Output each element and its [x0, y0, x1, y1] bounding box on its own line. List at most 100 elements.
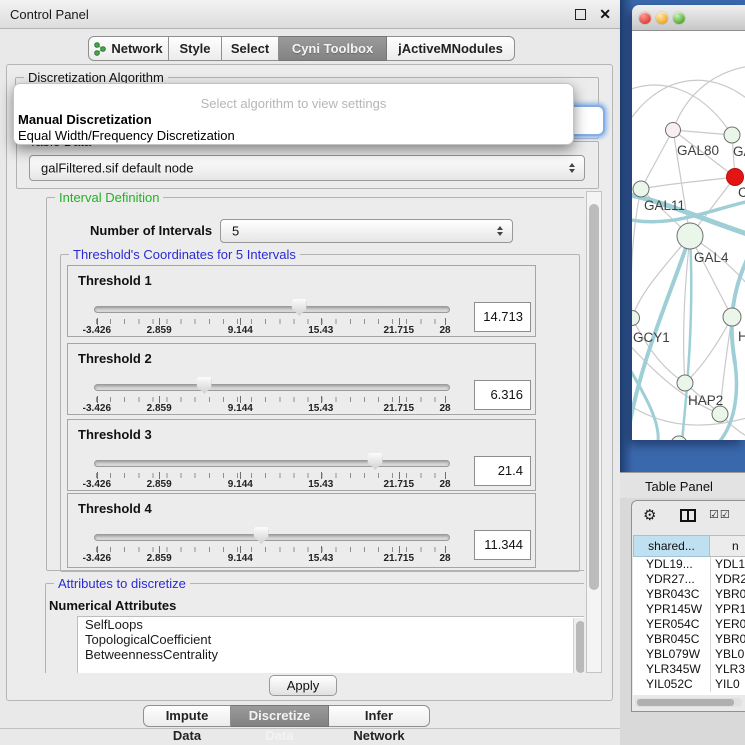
algorithm-option-equal-width[interactable]: Equal Width/Frequency Discretization: [18, 128, 235, 143]
cell-shared-name[interactable]: YER054C: [633, 617, 710, 632]
network-node-label: C: [738, 185, 745, 200]
network-node[interactable]: [724, 127, 740, 143]
select-columns-icon[interactable]: ☑☑: [709, 508, 731, 521]
algorithm-option-manual[interactable]: Manual Discretization: [18, 112, 152, 127]
threshold-value-field[interactable]: 14.713: [474, 302, 531, 332]
cell-name[interactable]: YBR0: [710, 587, 745, 602]
cell-shared-name[interactable]: YBL079W: [633, 647, 710, 662]
attributes-scrollbar-thumb[interactable]: [576, 621, 585, 673]
table-hscrollbar-thumb[interactable]: [637, 699, 734, 706]
cell-name[interactable]: YLR3: [710, 662, 745, 677]
table-row[interactable]: YER054CYER0: [633, 617, 745, 632]
close-icon[interactable]: ✕: [599, 6, 611, 23]
tab-infer-network[interactable]: Infer Network: [329, 705, 430, 727]
network-node[interactable]: [677, 223, 703, 249]
table-row[interactable]: YDL19...YDL1: [633, 557, 745, 572]
cell-name[interactable]: YDL1: [710, 557, 745, 572]
slider-track[interactable]: [94, 534, 450, 541]
network-edge: [641, 130, 673, 189]
slider-thumb[interactable]: [292, 299, 307, 316]
main-scrollbar-thumb[interactable]: [589, 204, 599, 590]
slider-track[interactable]: [94, 460, 450, 467]
tab-jactivemnodules[interactable]: jActiveMNodules: [387, 36, 515, 61]
table-row[interactable]: YPR145WYPR1: [633, 602, 745, 617]
gear-icon[interactable]: ⚙: [643, 506, 656, 524]
slider-major-tick: [159, 318, 160, 325]
minimize-traffic-light-icon[interactable]: [656, 12, 668, 24]
table-row[interactable]: YIL052CYIL0: [633, 677, 745, 692]
column-header-shared-name[interactable]: shared...: [633, 535, 710, 557]
attribute-list-item[interactable]: TopologicalCoefficient: [78, 632, 584, 647]
network-node[interactable]: [633, 181, 649, 197]
network-node[interactable]: [712, 406, 728, 422]
network-node[interactable]: [666, 123, 681, 138]
cell-name[interactable]: YIL0: [710, 677, 745, 692]
attributes-list-scrollbar[interactable]: [573, 618, 584, 673]
apply-button[interactable]: Apply: [269, 675, 337, 696]
tab-style[interactable]: Style: [169, 36, 222, 61]
tab-network[interactable]: Network: [88, 36, 169, 61]
tab-discretize-data[interactable]: Discretize Data: [231, 705, 329, 727]
network-window-titlebar[interactable]: [632, 5, 745, 31]
numerical-attributes-list[interactable]: SelfLoopsTopologicalCoefficientBetweenne…: [77, 616, 584, 673]
slider-thumb[interactable]: [368, 453, 383, 470]
cell-shared-name[interactable]: YBR043C: [633, 587, 710, 602]
network-node[interactable]: [632, 311, 640, 326]
slider-track[interactable]: [94, 384, 450, 391]
split-columns-icon[interactable]: [680, 509, 696, 522]
network-icon: [94, 42, 106, 56]
table-row[interactable]: YBL079WYBL0: [633, 647, 745, 662]
cell-shared-name[interactable]: YLR345W: [633, 662, 710, 677]
cell-shared-name[interactable]: YIL052C: [633, 677, 710, 692]
threshold-value-field[interactable]: 21.4: [474, 456, 531, 486]
table-row[interactable]: YBR043CYBR0: [633, 587, 745, 602]
slider-thumb[interactable]: [197, 377, 212, 394]
table-row[interactable]: YLR345WYLR3: [633, 662, 745, 677]
slider-tick-label: -3.426: [83, 553, 111, 564]
table-row[interactable]: YDR27...YDR2: [633, 572, 745, 587]
network-view-window[interactable]: GAL80GACGAL11GAL4GCY1HHAP2: [632, 5, 745, 440]
cell-name[interactable]: YBR0: [710, 632, 745, 647]
cell-name[interactable]: YPR1: [710, 602, 745, 617]
tab-impute-data[interactable]: Impute Data: [143, 705, 231, 727]
network-node[interactable]: [723, 308, 741, 326]
attribute-list-item[interactable]: SelfLoops: [78, 617, 584, 632]
cell-name[interactable]: YDR2: [710, 572, 745, 587]
cell-shared-name[interactable]: YDR27...: [633, 572, 710, 587]
number-of-intervals-label: Number of Intervals: [90, 223, 212, 238]
threshold-value-field[interactable]: 6.316: [474, 380, 531, 410]
cell-name[interactable]: YBL0: [710, 647, 745, 662]
tab-cyni-toolbox[interactable]: Cyni Toolbox: [279, 36, 387, 61]
network-canvas[interactable]: GAL80GACGAL11GAL4GCY1HHAP2: [632, 31, 745, 440]
cell-shared-name[interactable]: YBR045C: [633, 632, 710, 647]
table-data-combobox[interactable]: galFiltered.sif default node: [29, 155, 585, 181]
slider-thumb[interactable]: [254, 527, 269, 544]
slider-major-tick: [321, 396, 322, 403]
attribute-list-item[interactable]: BetweennessCentrality: [78, 647, 584, 662]
table-horizontal-scrollbar[interactable]: [635, 698, 742, 707]
spinner-arrows-icon: [497, 226, 503, 236]
threshold-slider[interactable]: -3.4262.8599.14415.4321.71528: [94, 344, 450, 416]
float-window-icon[interactable]: [575, 9, 586, 20]
number-of-intervals-spinner[interactable]: 5: [220, 219, 513, 243]
slider-minor-ticks: [96, 397, 448, 402]
slider-major-tick: [97, 546, 98, 553]
threshold-slider[interactable]: -3.4262.8599.14415.4321.71528: [94, 494, 450, 566]
threshold-slider[interactable]: -3.4262.8599.14415.4321.71528: [94, 266, 450, 338]
zoom-traffic-light-icon[interactable]: [673, 12, 685, 24]
network-node[interactable]: [677, 375, 693, 391]
tab-select[interactable]: Select: [222, 36, 279, 61]
cell-name[interactable]: YER0: [710, 617, 745, 632]
main-vertical-scrollbar[interactable]: [586, 191, 602, 673]
attributes-group-label: Attributes to discretize: [54, 576, 190, 591]
cell-shared-name[interactable]: YPR145W: [633, 602, 710, 617]
close-traffic-light-icon[interactable]: [639, 12, 651, 24]
threshold-slider[interactable]: -3.4262.8599.14415.4321.71528: [94, 420, 450, 492]
table-row[interactable]: YBR045CYBR0: [633, 632, 745, 647]
network-node[interactable]: [727, 169, 744, 186]
cell-shared-name[interactable]: YDL19...: [633, 557, 710, 572]
slider-track[interactable]: [94, 306, 450, 313]
column-header-name[interactable]: n: [710, 535, 745, 557]
threshold-value-field[interactable]: 11.344: [474, 530, 531, 560]
network-node[interactable]: [671, 436, 687, 440]
